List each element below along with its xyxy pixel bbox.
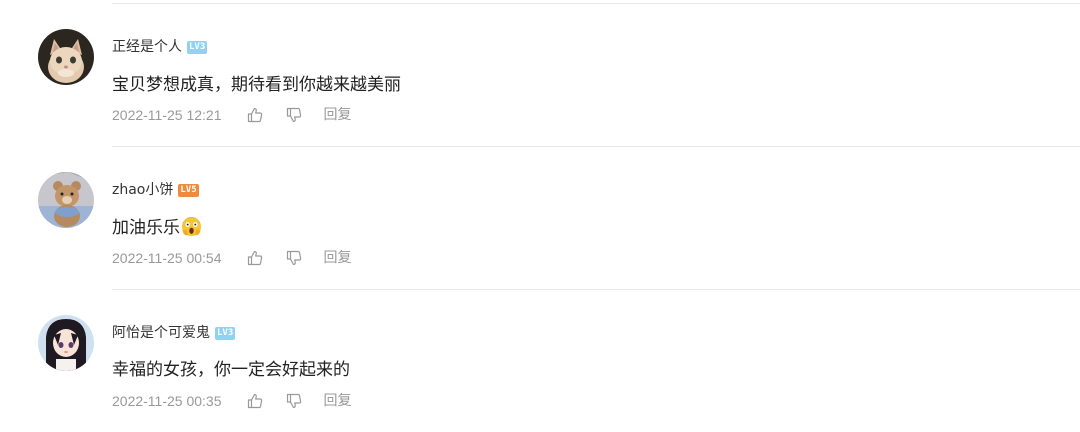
reply-button[interactable]: 回复 <box>324 105 352 125</box>
reply-button[interactable]: 回复 <box>324 391 352 411</box>
timestamp: 2022-11-25 00:35 <box>112 393 222 409</box>
comment-meta: 2022-11-25 12:21 回复 <box>112 105 352 125</box>
reply-button[interactable]: 回复 <box>324 248 352 268</box>
anime-girl-avatar[interactable] <box>38 315 94 371</box>
username[interactable]: zhao小饼 <box>112 180 173 200</box>
screaming-face-emoji <box>181 216 202 237</box>
timestamp: 2022-11-25 12:21 <box>112 107 222 123</box>
thumbs-down-icon[interactable] <box>284 248 304 268</box>
comment-item: 阿怡是个可爱鬼 LV3 幸福的女孩，你一定会好起来的 2022-11-25 00… <box>0 290 1080 432</box>
level-badge: LV3 <box>215 326 236 340</box>
cat-avatar[interactable] <box>38 29 94 85</box>
name-row: zhao小饼 LV5 <box>112 180 199 200</box>
comment-list: 正经是个人 LV3 宝贝梦想成真，期待看到你越来越美丽 2022-11-25 1… <box>0 0 1080 424</box>
thumbs-down-icon[interactable] <box>284 105 304 125</box>
thumbs-up-icon[interactable] <box>245 105 265 125</box>
teddy-bear-avatar[interactable] <box>38 172 94 228</box>
username[interactable]: 阿怡是个可爱鬼 <box>112 323 210 343</box>
comment-text: 宝贝梦想成真，期待看到你越来越美丽 <box>112 73 401 97</box>
comment-text: 幸福的女孩，你一定会好起来的 <box>112 358 350 382</box>
thumbs-up-icon[interactable] <box>245 391 265 411</box>
level-badge: LV5 <box>178 183 199 197</box>
comment-item: 正经是个人 LV3 宝贝梦想成真，期待看到你越来越美丽 2022-11-25 1… <box>0 4 1080 146</box>
comment-text-content: 幸福的女孩，你一定会好起来的 <box>112 360 350 380</box>
name-row: 正经是个人 LV3 <box>112 37 208 57</box>
comment-meta: 2022-11-25 00:54 回复 <box>112 248 352 268</box>
comment-meta: 2022-11-25 00:35 回复 <box>112 391 352 411</box>
name-row: 阿怡是个可爱鬼 LV3 <box>112 323 236 343</box>
comment-text-content: 加油乐乐 <box>112 218 180 238</box>
thumbs-up-icon[interactable] <box>245 248 265 268</box>
username[interactable]: 正经是个人 <box>112 37 182 57</box>
thumbs-down-icon[interactable] <box>284 391 304 411</box>
timestamp: 2022-11-25 00:54 <box>112 250 222 266</box>
comment-item: zhao小饼 LV5 加油乐乐 2022-11-25 00:54 回复 <box>0 147 1080 289</box>
comment-text-content: 宝贝梦想成真，期待看到你越来越美丽 <box>112 75 401 95</box>
comment-text: 加油乐乐 <box>112 216 202 240</box>
level-badge: LV3 <box>187 40 208 54</box>
